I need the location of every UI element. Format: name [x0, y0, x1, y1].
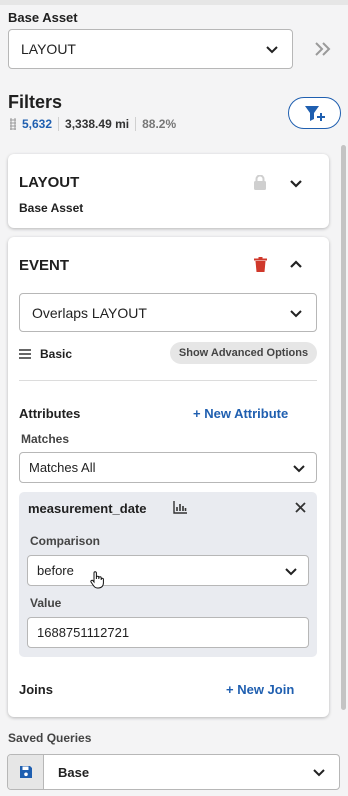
close-icon[interactable] [295, 502, 306, 513]
attribute-name: measurement_date [28, 501, 147, 516]
chevron-down-icon[interactable] [288, 175, 304, 191]
chevron-down-icon [313, 769, 325, 777]
matches-select[interactable]: Matches All [19, 452, 317, 483]
layout-card-subtitle: Base Asset [19, 201, 84, 215]
filter-add-icon [304, 106, 325, 121]
stat-distance-value: 3,338.49 mi [65, 117, 130, 131]
base-asset-select[interactable]: LAYOUT [8, 29, 293, 69]
show-advanced-options-button[interactable]: Show Advanced Options [170, 342, 317, 364]
saved-queries-label: Saved Queries [8, 731, 92, 745]
filter-stats: 5,632 3,338.49 mi 88.2% [8, 116, 182, 132]
save-query-button[interactable] [8, 755, 44, 789]
trash-icon[interactable] [254, 257, 267, 272]
joins-title: Joins [19, 682, 53, 697]
saved-queries-value: Base [58, 764, 90, 780]
overlap-relation-value: Overlaps LAYOUT [32, 304, 147, 321]
section-divider [19, 380, 317, 381]
scrollbar[interactable] [341, 145, 346, 710]
chevron-down-icon [293, 464, 305, 472]
event-card-title: EVENT [19, 257, 70, 274]
basic-mode-label: Basic [40, 347, 73, 361]
stat-percent-value: 88.2% [142, 117, 177, 131]
base-asset-value: LAYOUT [21, 41, 76, 57]
stat-percent: 88.2% [135, 117, 182, 131]
stat-count: 5,632 [8, 117, 58, 131]
value-input-text: 1688751112721 [37, 625, 130, 640]
floppy-disk-icon [19, 766, 32, 778]
overlap-relation-select[interactable]: Overlaps LAYOUT [19, 293, 317, 332]
new-attribute-button[interactable]: + New Attribute [193, 406, 288, 421]
value-input[interactable]: 1688751112721 [27, 617, 309, 648]
add-filter-button[interactable] [288, 97, 341, 129]
event-card: EVENT Overlaps LAYOUT Basic Show Advance… [8, 237, 329, 717]
new-join-button[interactable]: + New Join [226, 682, 294, 697]
track-icon [10, 118, 16, 130]
attributes-title: Attributes [19, 406, 81, 421]
basic-mode[interactable]: Basic [19, 347, 72, 361]
chevron-down-icon [290, 309, 302, 317]
saved-queries-select[interactable]: Base [7, 754, 340, 790]
hand-cursor-icon [90, 571, 104, 589]
layout-card: LAYOUT Base Asset [8, 154, 329, 228]
chevron-down-icon [266, 46, 278, 54]
collapse-panel-icon[interactable] [310, 37, 334, 61]
value-label: Value [30, 596, 62, 610]
lock-icon [254, 175, 266, 190]
top-edge-bar [0, 0, 348, 5]
chevron-up-icon[interactable] [288, 257, 304, 273]
bar-chart-icon[interactable] [173, 501, 187, 514]
stat-distance: 3,338.49 mi [58, 117, 135, 131]
filters-title: Filters [8, 92, 63, 112]
comparison-value: before [37, 563, 74, 578]
matches-label: Matches [21, 432, 70, 446]
chevron-down-icon [285, 567, 297, 575]
layout-card-title: LAYOUT [19, 174, 80, 191]
menu-lines-icon [19, 349, 31, 359]
attribute-condition-box: measurement_date Comparison before Value… [19, 492, 317, 657]
comparison-label: Comparison [30, 534, 101, 548]
stat-count-value: 5,632 [22, 117, 53, 131]
matches-value: Matches All [29, 460, 96, 475]
comparison-select[interactable]: before [27, 555, 309, 586]
base-asset-label: Base Asset [8, 10, 78, 25]
